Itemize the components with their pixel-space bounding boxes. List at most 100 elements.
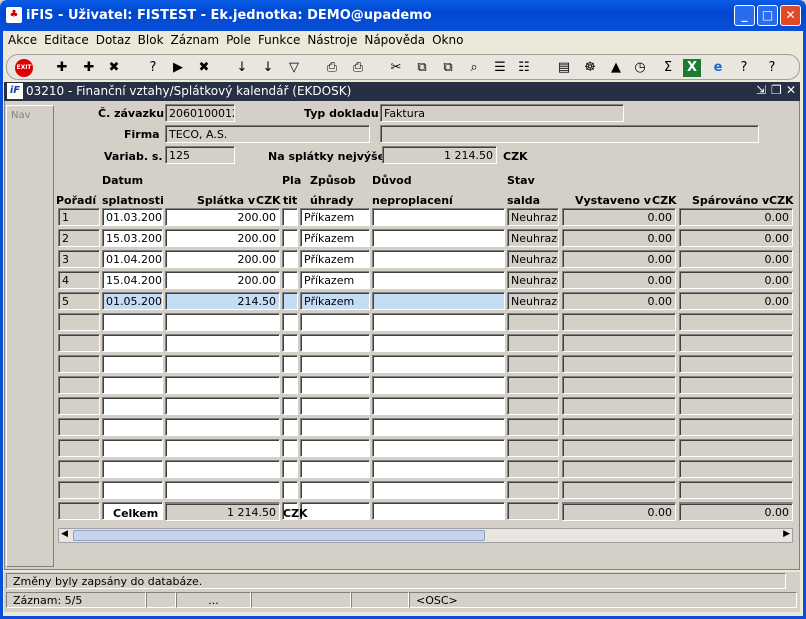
menu-nápověda[interactable]: Nápověda <box>364 33 425 47</box>
scrollbar-thumb[interactable] <box>73 530 485 541</box>
wheel-icon[interactable]: ☸ <box>581 59 599 77</box>
menu-editace[interactable]: Editace <box>44 33 89 47</box>
cell-zpusob[interactable] <box>300 460 370 478</box>
firma-name-field[interactable] <box>380 125 759 143</box>
cell-poradi[interactable] <box>58 313 100 331</box>
cell-splatka[interactable] <box>165 439 280 457</box>
cell-duvod[interactable] <box>372 502 505 520</box>
cell-datum[interactable]: 01.04.2005 <box>102 250 163 268</box>
cell-duvod[interactable] <box>372 250 505 268</box>
sort-desc-icon[interactable]: ↓ <box>259 59 277 77</box>
cell-duvod[interactable] <box>372 397 505 415</box>
cell-datum[interactable]: 15.04.2005 <box>102 271 163 289</box>
close-button[interactable]: ✕ <box>780 5 801 26</box>
cell-duvod[interactable] <box>372 229 505 247</box>
paste-icon[interactable]: ⧉ <box>439 59 457 77</box>
context-help-icon[interactable]: ? <box>763 59 781 77</box>
cislo-zavazku-field[interactable]: 2060100012 <box>165 104 235 122</box>
cell-platit[interactable] <box>282 397 298 415</box>
cell-stav[interactable] <box>507 481 559 499</box>
cell-stav[interactable]: Neuhraze <box>507 229 559 247</box>
cell-stav[interactable]: Neuhraze <box>507 292 559 310</box>
cell-duvod[interactable] <box>372 208 505 226</box>
cell-stav[interactable] <box>507 418 559 436</box>
cell-zpusob[interactable] <box>300 397 370 415</box>
cell-poradi[interactable] <box>58 418 100 436</box>
cell-datum[interactable] <box>102 397 163 415</box>
cell-datum[interactable] <box>102 439 163 457</box>
help-icon[interactable]: ? <box>735 59 753 77</box>
cell-poradi[interactable]: 2 <box>58 229 100 247</box>
minimize-form-icon[interactable]: ⇲ <box>756 83 766 97</box>
cell-duvod[interactable] <box>372 355 505 373</box>
find-icon[interactable]: ⌕ <box>465 59 483 77</box>
alert-icon[interactable]: ▲ <box>607 59 625 77</box>
cell-platit[interactable] <box>282 418 298 436</box>
cell-stav[interactable] <box>507 460 559 478</box>
cell-duvod[interactable] <box>372 376 505 394</box>
tree-icon[interactable]: ☷ <box>515 59 533 77</box>
scroll-right-icon[interactable]: ▶ <box>783 529 790 539</box>
cell-splatka[interactable] <box>165 313 280 331</box>
query-icon[interactable]: ? <box>144 59 162 77</box>
print-preview-icon[interactable]: ⎙ <box>349 59 367 77</box>
cell-poradi[interactable] <box>58 376 100 394</box>
cell-poradi[interactable] <box>58 334 100 352</box>
cell-zpusob[interactable] <box>300 439 370 457</box>
cell-stav[interactable] <box>507 376 559 394</box>
maximize-button[interactable]: □ <box>757 5 778 26</box>
cell-zpusob[interactable] <box>300 334 370 352</box>
cell-datum[interactable] <box>102 460 163 478</box>
cell-datum[interactable] <box>102 376 163 394</box>
cell-poradi[interactable] <box>58 397 100 415</box>
cell-zpusob[interactable]: Příkazem <box>300 208 370 226</box>
execute-query-icon[interactable]: ▶ <box>169 59 187 77</box>
na-splatky-field[interactable]: 1 214.50 <box>382 146 497 164</box>
cell-platit[interactable] <box>282 229 298 247</box>
menu-záznam[interactable]: Záznam <box>171 33 220 47</box>
cell-stav[interactable]: Neuhraze <box>507 250 559 268</box>
cell-stav[interactable] <box>507 502 559 520</box>
cell-poradi[interactable]: 3 <box>58 250 100 268</box>
firma-field[interactable]: TECO, A.S. <box>165 125 370 143</box>
typ-dokladu-field[interactable]: Faktura <box>380 104 624 122</box>
list-icon[interactable]: ☰ <box>491 59 509 77</box>
cell-zpusob[interactable] <box>300 376 370 394</box>
cell-platit[interactable] <box>282 355 298 373</box>
cell-stav[interactable] <box>507 439 559 457</box>
insert-record-icon[interactable]: ✚ <box>53 59 71 77</box>
cell-splatka[interactable]: 200.00 <box>165 208 280 226</box>
cell-splatka[interactable] <box>165 355 280 373</box>
cell-platit[interactable] <box>282 271 298 289</box>
cell-poradi[interactable]: 5 <box>58 292 100 310</box>
copy-icon[interactable]: ⧉ <box>413 59 431 77</box>
exit-icon[interactable]: EXIT <box>15 59 33 77</box>
cell-platit[interactable] <box>282 208 298 226</box>
delete-record-icon[interactable]: ✖ <box>105 59 123 77</box>
cell-zpusob[interactable] <box>300 502 370 520</box>
cell-duvod[interactable] <box>372 460 505 478</box>
form-icon[interactable]: ▤ <box>555 59 573 77</box>
sort-asc-icon[interactable]: ↓ <box>233 59 251 77</box>
cell-zpusob[interactable]: Příkazem <box>300 292 370 310</box>
menu-blok[interactable]: Blok <box>138 33 164 47</box>
cell-poradi[interactable] <box>58 481 100 499</box>
cell-duvod[interactable] <box>372 271 505 289</box>
cell-zpusob[interactable]: Příkazem <box>300 271 370 289</box>
menu-nástroje[interactable]: Nástroje <box>307 33 357 47</box>
cell-zpusob[interactable]: Příkazem <box>300 250 370 268</box>
cell-datum[interactable] <box>102 313 163 331</box>
cell-stav[interactable] <box>507 313 559 331</box>
nav-panel[interactable]: Nav <box>6 105 54 567</box>
cell-datum[interactable] <box>102 418 163 436</box>
filter-icon[interactable]: ▽ <box>285 59 303 77</box>
menu-akce[interactable]: Akce <box>8 33 37 47</box>
cell-platit[interactable] <box>282 439 298 457</box>
cell-zpusob[interactable] <box>300 481 370 499</box>
clock-icon[interactable]: ◷ <box>631 59 649 77</box>
cell-zpusob[interactable] <box>300 313 370 331</box>
sum-icon[interactable]: Σ <box>659 59 677 77</box>
cell-splatka[interactable] <box>165 418 280 436</box>
cell-zpusob[interactable]: Příkazem <box>300 229 370 247</box>
cell-zpusob[interactable] <box>300 418 370 436</box>
